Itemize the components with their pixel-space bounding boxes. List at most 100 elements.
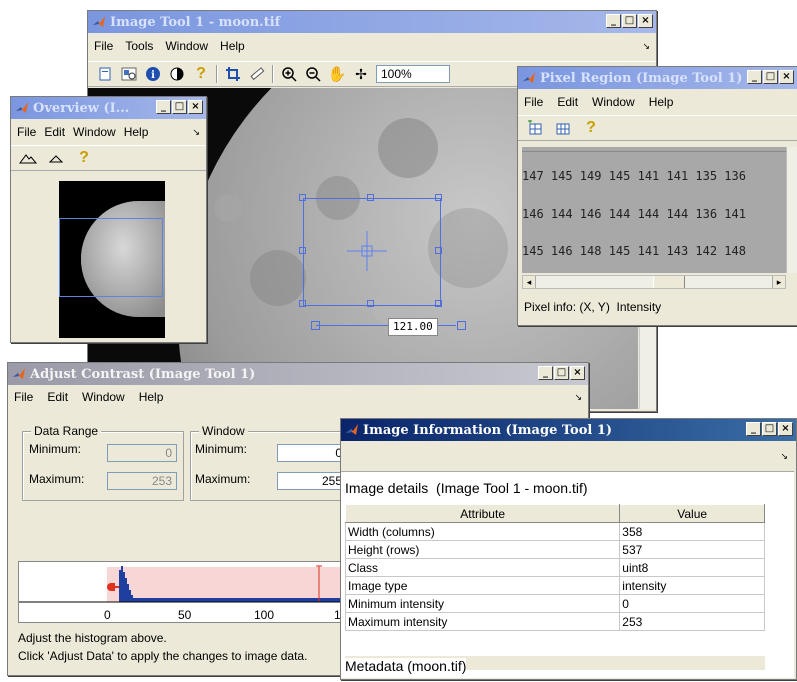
menubar-dock-icon[interactable]: ↘ xyxy=(574,392,582,403)
roi-handle[interactable] xyxy=(367,300,374,307)
adjust-contrast-titlebar[interactable]: Adjust Contrast (Image Tool 1) _ □ × xyxy=(8,363,588,385)
menu-file[interactable]: File xyxy=(94,39,113,53)
overview-viewport-rect[interactable] xyxy=(59,218,163,297)
menu-edit[interactable]: Edit xyxy=(44,125,65,139)
zoom-out-icon[interactable] xyxy=(304,65,322,83)
pixel-horizontal-scrollbar[interactable]: ◂ ▸ xyxy=(522,275,786,289)
zoom-combobox[interactable]: 100% xyxy=(376,65,450,83)
zoom-in-icon[interactable] xyxy=(280,65,298,83)
x-tick-label: 0 xyxy=(104,608,111,622)
menu-tools[interactable]: Tools xyxy=(125,39,153,53)
minimize-button[interactable]: _ xyxy=(746,422,761,436)
distance-endpoint[interactable] xyxy=(311,321,320,330)
crop-icon[interactable] xyxy=(224,65,242,83)
close-button[interactable]: × xyxy=(188,100,203,114)
pixel-grid-view[interactable]: 147 145 149 145 141 141 135 136 146 144 … xyxy=(522,147,786,273)
image-tool-title: Image Tool 1 - moon.tif xyxy=(110,14,281,30)
menu-file[interactable]: File xyxy=(14,390,33,404)
maximize-button[interactable]: □ xyxy=(554,366,569,380)
min-window-line[interactable] xyxy=(115,586,119,588)
window-min-label: Minimum: xyxy=(195,442,248,456)
image-info-titlebar[interactable]: Image Information (Image Tool 1) _ □ × xyxy=(341,419,796,441)
roi-handle[interactable] xyxy=(299,194,306,201)
copy-pixel-grid-icon[interactable] xyxy=(526,119,544,137)
menu-file[interactable]: File xyxy=(17,125,36,139)
roi-handle[interactable] xyxy=(299,300,306,307)
pixel-region-icon[interactable] xyxy=(120,65,138,83)
minimize-button[interactable]: _ xyxy=(606,14,621,28)
help-icon[interactable]: ? xyxy=(582,119,600,137)
maximize-button[interactable]: □ xyxy=(762,422,777,436)
menu-edit[interactable]: Edit xyxy=(557,95,578,109)
image-tool-titlebar[interactable]: Image Tool 1 - moon.tif _ □ × xyxy=(88,11,656,33)
pixel-region-titlebar[interactable]: Pixel Region (Image Tool 1) _ □ × xyxy=(518,67,797,89)
menu-window[interactable]: Window xyxy=(73,125,116,139)
maximize-button[interactable]: □ xyxy=(763,70,778,84)
pixel-vertical-scrollbar[interactable] xyxy=(786,147,797,273)
scroll-thumb[interactable] xyxy=(653,276,685,288)
minimize-button[interactable]: _ xyxy=(156,100,171,114)
column-header-attribute[interactable]: Attribute xyxy=(344,504,621,523)
roi-handle[interactable] xyxy=(435,300,442,307)
roi-handle[interactable] xyxy=(435,194,442,201)
svg-text:i: i xyxy=(151,70,155,81)
help-icon[interactable]: ? xyxy=(75,149,93,167)
pixel-grid-icon[interactable] xyxy=(554,119,572,137)
menu-edit[interactable]: Edit xyxy=(47,390,68,404)
image-info-icon[interactable]: i xyxy=(144,65,162,83)
overview-titlebar[interactable]: Overview (I... _ □ × xyxy=(11,97,206,119)
new-figure-icon[interactable] xyxy=(96,65,114,83)
help-text-1: Adjust the histogram above. xyxy=(18,631,167,645)
data-range-legend: Data Range xyxy=(31,424,102,438)
measure-distance-icon[interactable] xyxy=(248,65,266,83)
column-header-value[interactable]: Value xyxy=(619,504,765,523)
close-button[interactable]: × xyxy=(778,422,793,436)
toolbar-separator xyxy=(216,65,218,83)
menu-window[interactable]: Window xyxy=(165,39,208,53)
attribute-cell: Maximum intensity xyxy=(344,612,621,631)
x-tick-label: 50 xyxy=(178,608,192,622)
image-info-dock-icon[interactable]: ↘ xyxy=(780,451,788,462)
window-min-field[interactable]: 0 xyxy=(277,444,347,462)
pixel-region-title: Pixel Region (Image Tool 1) xyxy=(540,70,743,86)
minimize-button[interactable]: _ xyxy=(538,366,553,380)
menu-help[interactable]: Help xyxy=(220,39,245,53)
menu-window[interactable]: Window xyxy=(592,95,635,109)
menu-help[interactable]: Help xyxy=(124,125,149,139)
pixel-info-cursor-icon[interactable]: ✢ xyxy=(352,65,370,83)
roi-handle[interactable] xyxy=(435,247,442,254)
menu-help[interactable]: Help xyxy=(139,390,164,404)
close-button[interactable]: × xyxy=(779,70,794,84)
scroll-left-button[interactable]: ◂ xyxy=(523,276,536,288)
window-max-label: Maximum: xyxy=(195,472,251,486)
attribute-cell: Width (columns) xyxy=(344,522,621,541)
value-cell: uint8 xyxy=(619,558,765,577)
close-button[interactable]: × xyxy=(638,14,653,28)
roi-handle[interactable] xyxy=(367,194,374,201)
mountain-small-icon[interactable] xyxy=(47,149,65,167)
pan-hand-icon[interactable]: ✋ xyxy=(328,65,347,83)
mountain-large-icon[interactable] xyxy=(19,149,37,167)
menu-help[interactable]: Help xyxy=(649,95,674,109)
help-icon[interactable]: ? xyxy=(192,65,210,83)
contrast-icon[interactable] xyxy=(168,65,186,83)
roi-handle[interactable] xyxy=(299,247,306,254)
distance-endpoint[interactable] xyxy=(457,321,466,330)
scroll-right-button[interactable]: ▸ xyxy=(772,276,785,288)
maximize-button[interactable]: □ xyxy=(622,14,637,28)
value-cell: intensity xyxy=(619,576,765,595)
menubar-dock-icon[interactable]: ↘ xyxy=(642,41,650,52)
roi-center-crosshair[interactable] xyxy=(347,231,387,271)
window-max-field[interactable]: 255 xyxy=(277,472,347,490)
matlab-logo-icon xyxy=(522,71,536,85)
close-button[interactable]: × xyxy=(570,366,585,380)
min-window-marker[interactable] xyxy=(107,583,115,591)
menu-file[interactable]: File xyxy=(524,95,543,109)
menu-window[interactable]: Window xyxy=(82,390,125,404)
adjust-contrast-title: Adjust Contrast (Image Tool 1) xyxy=(30,366,256,382)
value-cell: 358 xyxy=(619,522,765,541)
maximize-button[interactable]: □ xyxy=(172,100,187,114)
minimize-button[interactable]: _ xyxy=(747,70,762,84)
image-tool-menubar: File Tools Window Help ↘ xyxy=(88,37,656,55)
menubar-dock-icon[interactable]: ↘ xyxy=(192,127,200,138)
